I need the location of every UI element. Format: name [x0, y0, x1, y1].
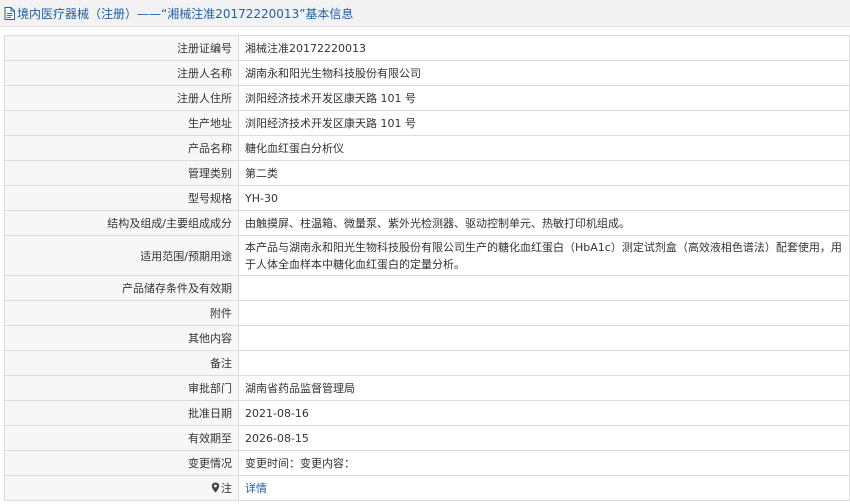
row-value: 糖化血红蛋白分析仪	[238, 135, 850, 161]
table-row: 批准日期 2021-08-16	[4, 400, 850, 426]
row-value: 变更时间：变更内容：	[238, 450, 850, 476]
row-label: 其他内容	[4, 325, 239, 351]
row-label: 注册人住所	[4, 85, 239, 111]
table-row: 产品储存条件及有效期	[4, 275, 850, 301]
row-label: 变更情况	[4, 450, 239, 476]
map-pin-icon	[211, 482, 220, 493]
detail-link[interactable]: 详情	[245, 482, 267, 495]
row-label: 产品名称	[4, 135, 239, 161]
row-label: 有效期至	[4, 425, 239, 451]
table-row: 注册人住所 浏阳经济技术开发区康天路 101 号	[4, 85, 850, 111]
info-table-container: 注册证编号 湘械注准20172220013 注册人名称 湖南永和阳光生物科技股份…	[4, 35, 850, 501]
row-value	[238, 350, 850, 376]
row-label: 生产地址	[4, 110, 239, 136]
row-value: 2021-08-16	[238, 400, 850, 426]
row-value: YH-30	[238, 185, 850, 211]
row-value: 湖南永和阳光生物科技股份有限公司	[238, 60, 850, 86]
row-value: 2026-08-15	[238, 425, 850, 451]
row-value: 浏阳经济技术开发区康天路 101 号	[238, 85, 850, 111]
table-row-note: 注 详情	[4, 475, 850, 501]
row-value	[238, 300, 850, 326]
row-value	[238, 325, 850, 351]
note-value-cell: 详情	[238, 475, 850, 501]
page-title: 境内医疗器械（注册）——“湘械注准20172220013”基本信息	[17, 6, 354, 21]
row-value	[238, 275, 850, 301]
row-label: 备注	[4, 350, 239, 376]
row-label: 附件	[4, 300, 239, 326]
table-row: 附件	[4, 300, 850, 326]
row-label: 注册人名称	[4, 60, 239, 86]
row-value: 浏阳经济技术开发区康天路 101 号	[238, 110, 850, 136]
row-label: 批准日期	[4, 400, 239, 426]
note-label: 注	[221, 482, 232, 495]
page-header: 境内医疗器械（注册）——“湘械注准20172220013”基本信息	[0, 0, 850, 27]
table-row: 注册证编号 湘械注准20172220013	[4, 35, 850, 61]
table-row: 审批部门 湖南省药品监督管理局	[4, 375, 850, 401]
row-label: 管理类别	[4, 160, 239, 186]
row-value: 湘械注准20172220013	[238, 35, 850, 61]
table-row: 其他内容	[4, 325, 850, 351]
table-row: 适用范围/预期用途 本产品与湖南永和阳光生物科技股份有限公司生产的糖化血红蛋白（…	[4, 235, 850, 276]
table-row: 结构及组成/主要组成成分 由触摸屏、柱温箱、微量泵、紫外光检测器、驱动控制单元、…	[4, 210, 850, 236]
document-icon	[4, 6, 15, 20]
table-row: 注册人名称 湖南永和阳光生物科技股份有限公司	[4, 60, 850, 86]
table-row: 产品名称 糖化血红蛋白分析仪	[4, 135, 850, 161]
table-row: 备注	[4, 350, 850, 376]
row-value: 湖南省药品监督管理局	[238, 375, 850, 401]
info-table: 注册证编号 湘械注准20172220013 注册人名称 湖南永和阳光生物科技股份…	[4, 35, 850, 501]
row-label: 审批部门	[4, 375, 239, 401]
table-row: 型号规格 YH-30	[4, 185, 850, 211]
table-row: 管理类别 第二类	[4, 160, 850, 186]
row-value: 本产品与湖南永和阳光生物科技股份有限公司生产的糖化血红蛋白（HbA1c）测定试剂…	[238, 235, 850, 276]
row-label: 结构及组成/主要组成成分	[4, 210, 239, 236]
table-row: 生产地址 浏阳经济技术开发区康天路 101 号	[4, 110, 850, 136]
table-row: 有效期至 2026-08-15	[4, 425, 850, 451]
row-label: 注册证编号	[4, 35, 239, 61]
note-label-cell: 注	[4, 475, 239, 501]
row-label: 型号规格	[4, 185, 239, 211]
row-label: 产品储存条件及有效期	[4, 275, 239, 301]
row-value: 由触摸屏、柱温箱、微量泵、紫外光检测器、驱动控制单元、热敏打印机组成。	[238, 210, 850, 236]
row-value: 第二类	[238, 160, 850, 186]
row-label: 适用范围/预期用途	[4, 235, 239, 276]
table-row: 变更情况 变更时间：变更内容：	[4, 450, 850, 476]
